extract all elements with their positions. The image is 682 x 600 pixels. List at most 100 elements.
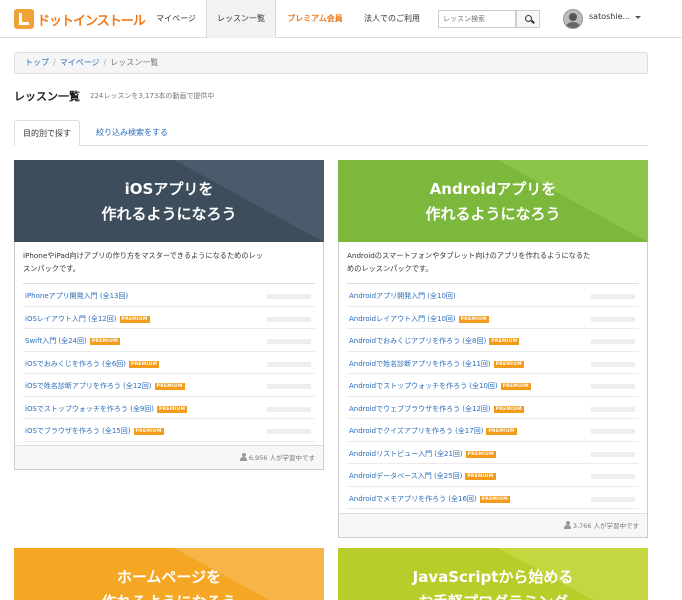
progress-bar	[591, 384, 635, 389]
list-item[interactable]: Androidでクイズアプリを作ろう (全17回) PREMIUM	[347, 419, 639, 442]
list-item[interactable]: Androidでストップウォッチを作ろう (全10回) PREMIUM	[347, 374, 639, 397]
learner-count: 3,766 人が学習中です	[572, 522, 639, 530]
lesson-link[interactable]: iOSでおみくじを作ろう (全6回) PREMIUM	[25, 359, 160, 369]
lesson-link[interactable]: iOSで姓名診断アプリを作ろう (全12回) PREMIUM	[25, 381, 185, 391]
card-title-line1: ホームページを	[116, 568, 222, 586]
list-item[interactable]: iOSでおみくじを作ろう (全6回) PREMIUM	[23, 352, 315, 374]
premium-badge: PREMIUM	[493, 360, 524, 368]
lesson-link[interactable]: iOSでブラウザを作ろう (全15回) PREMIUM	[25, 426, 164, 436]
lesson-link[interactable]: iOSレイアウト入門 (全12回) PREMIUM	[25, 314, 150, 324]
card-title-line2: お手軽プログラミング	[338, 591, 648, 600]
list-item[interactable]: Androidでウェブブラウザを作ろう (全12回) PREMIUM	[347, 397, 639, 419]
breadcrumb-current: レッスン一覧	[110, 58, 159, 67]
list-item[interactable]: Androidでメモアプリを作ろう (全16回) PREMIUM	[347, 487, 639, 509]
lesson-link[interactable]: Androidでおみくじアプリを作ろう (全8回) PREMIUM	[349, 336, 520, 346]
list-item[interactable]: Androidレイアウト入門 (全10回) PREMIUM	[347, 307, 639, 329]
lesson-pack-card-ios: iOSアプリを 作れるようになろう iPhoneやiPad向けアプリの作り方をマ…	[14, 160, 324, 470]
nav-business[interactable]: 法人でのご利用	[358, 0, 426, 38]
search-form	[438, 10, 542, 28]
lesson-link[interactable]: Androidアプリ開発入門 (全10回)	[349, 291, 456, 301]
premium-badge: PREMIUM	[89, 338, 121, 345]
premium-badge: PREMIUM	[489, 338, 520, 345]
lesson-link[interactable]: Swift入門 (全24回) PREMIUM	[25, 336, 121, 346]
list-item[interactable]: iOSで姓名診断アプリを作ろう (全12回) PREMIUM	[23, 374, 315, 397]
card-description-line2: スンパックです。	[23, 264, 80, 273]
card-title-line2: 作れるようになろう	[14, 591, 324, 600]
card-title-line1: Androidアプリを	[429, 180, 557, 198]
lesson-list: iPhoneアプリ開発入門 (全13回) iOSレイアウト入門 (全12回) PRE…	[23, 283, 315, 442]
premium-badge: PREMIUM	[493, 405, 524, 413]
lesson-link[interactable]: Androidレイアウト入門 (全10回) PREMIUM	[349, 314, 489, 324]
progress-bar	[267, 429, 311, 434]
lesson-link[interactable]: Androidでメモアプリを作ろう (全16回) PREMIUM	[349, 494, 510, 504]
card-description-line1: iPhoneやiPad向けアプリの作り方をマスターできるようになるためのレッ	[23, 251, 263, 260]
progress-bar	[267, 361, 311, 367]
premium-badge: PREMIUM	[458, 315, 489, 323]
card-title-line2: 作れるようになろう	[425, 205, 561, 223]
lesson-pack-card-web: ホームページを 作れるようになろう	[14, 548, 324, 600]
site-logo[interactable]: ドットインストール	[14, 9, 146, 29]
card-title-line1: JavaScriptから始める	[412, 568, 574, 586]
progress-bar	[591, 361, 635, 367]
premium-badge: PREMIUM	[479, 495, 510, 503]
search-icon	[525, 15, 532, 22]
breadcrumb-top[interactable]: トップ	[25, 58, 49, 67]
chevron-down-icon[interactable]	[635, 16, 641, 19]
progress-bar	[591, 406, 635, 412]
card-title-line1: iOSアプリを	[124, 180, 214, 198]
tab-filter-search[interactable]: 絞り込み検索をする	[88, 120, 176, 146]
search-input[interactable]	[438, 10, 516, 28]
lesson-link[interactable]: Androidでウェブブラウザを作ろう (全12回) PREMIUM	[349, 404, 524, 414]
lesson-link[interactable]: iOSでストップウォッチを作ろう (全9回) PREMIUM	[25, 404, 188, 414]
card-hero[interactable]: JavaScriptから始める お手軽プログラミング	[338, 548, 648, 600]
premium-badge: PREMIUM	[129, 360, 160, 368]
tab-purpose[interactable]: 目的別で探す	[14, 120, 80, 146]
username[interactable]: satoshie...	[589, 12, 630, 21]
nav-premium[interactable]: プレミアム会員	[278, 0, 352, 38]
premium-badge: PREMIUM	[465, 450, 496, 458]
lesson-link[interactable]: iPhoneアプリ開発入門 (全13回)	[25, 291, 128, 301]
progress-bar	[267, 384, 311, 389]
list-item[interactable]: iOSレイアウト入門 (全12回) PREMIUM	[23, 307, 315, 329]
card-hero[interactable]: iOSアプリを 作れるようになろう	[14, 160, 324, 242]
lesson-link[interactable]: Androidでストップウォッチを作ろう (全10回) PREMIUM	[349, 381, 531, 391]
premium-badge: PREMIUM	[486, 428, 517, 435]
list-item[interactable]: iOSでストップウォッチを作ろう (全9回) PREMIUM	[23, 397, 315, 419]
avatar[interactable]	[563, 9, 583, 29]
list-item[interactable]: Androidで姓名診断アプリを作ろう (全11回) PREMIUM	[347, 352, 639, 374]
progress-bar	[591, 429, 635, 434]
breadcrumb-separator: /	[103, 58, 107, 67]
card-hero[interactable]: Androidアプリを 作れるようになろう	[338, 160, 648, 242]
card-hero[interactable]: ホームページを 作れるようになろう	[14, 548, 324, 600]
breadcrumb-separator: /	[53, 58, 56, 67]
lesson-pack-card-javascript: JavaScriptから始める お手軽プログラミング	[338, 548, 648, 600]
premium-badge: PREMIUM	[465, 473, 496, 480]
progress-bar	[267, 339, 311, 344]
search-button[interactable]	[516, 10, 540, 28]
card-description-line2: めのレッスンパックです。	[347, 264, 433, 273]
lesson-link[interactable]: Androidでクイズアプリを作ろう (全17回) PREMIUM	[349, 426, 517, 436]
list-item[interactable]: Androidでおみくじアプリを作ろう (全8回) PREMIUM	[347, 329, 639, 352]
page-subtitle: 224レッスンを3,173本の動画で提供中	[90, 92, 215, 100]
person-icon	[563, 521, 571, 529]
premium-badge: PREMIUM	[119, 315, 150, 323]
breadcrumb-mypage[interactable]: マイページ	[60, 58, 100, 67]
progress-bar	[267, 316, 311, 322]
lesson-link[interactable]: Androidで姓名診断アプリを作ろう (全11回) PREMIUM	[349, 359, 524, 369]
nav-lessons[interactable]: レッスン一覧	[206, 0, 276, 38]
learner-count: 6,956 人が学習中です	[248, 454, 315, 462]
list-item[interactable]: iOSでブラウザを作ろう (全15回) PREMIUM	[23, 419, 315, 442]
lesson-link[interactable]: Androidリストビュー入門 (全21回) PREMIUM	[349, 449, 496, 459]
list-item[interactable]: iPhoneアプリ開発入門 (全13回)	[23, 284, 315, 307]
list-item[interactable]: Swift入門 (全24回) PREMIUM	[23, 329, 315, 352]
nav-mypage[interactable]: マイページ	[142, 0, 210, 38]
hero-decoration	[174, 160, 324, 242]
person-icon	[239, 453, 247, 461]
logo-icon	[14, 9, 34, 29]
list-item[interactable]: Androidアプリ開発入門 (全10回)	[347, 284, 639, 307]
progress-bar	[591, 316, 635, 322]
list-item[interactable]: Androidデータベース入門 (全25回) PREMIUM	[347, 464, 639, 487]
lesson-link[interactable]: Androidデータベース入門 (全25回) PREMIUM	[349, 471, 496, 481]
hero-decoration	[498, 160, 648, 242]
list-item[interactable]: Androidリストビュー入門 (全21回) PREMIUM	[347, 442, 639, 464]
